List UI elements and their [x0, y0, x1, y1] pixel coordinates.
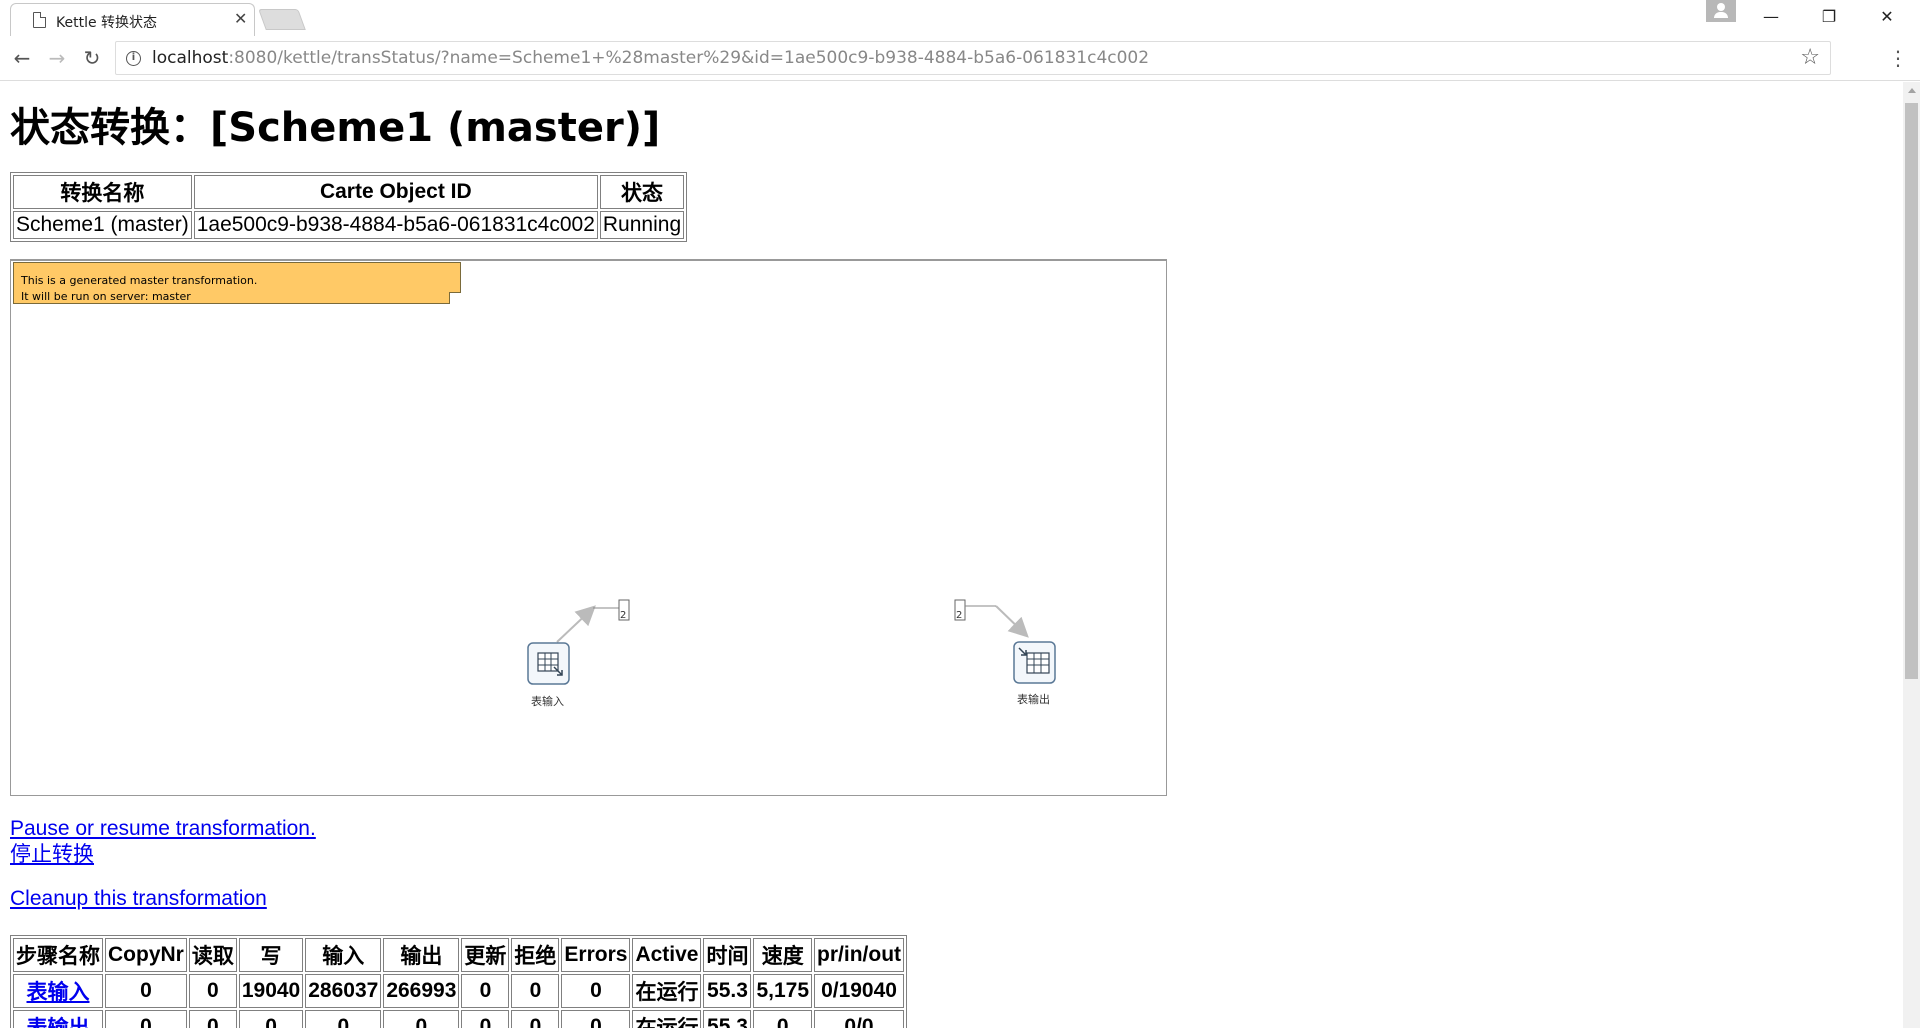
stop-transformation-link[interactable]: 停止转换 — [10, 842, 316, 868]
page-title: 状态转换：[Scheme1 (master)] — [10, 105, 661, 151]
table-output-step-icon — [1013, 641, 1056, 684]
table-cell: 19040 — [238, 974, 304, 1008]
page-scrollbar[interactable] — [1903, 82, 1920, 1028]
page-icon — [33, 12, 46, 28]
table-row: 表输出 0 0 0 0 0 0 0 0 在运行 55.3 0 0/0 — [13, 1010, 905, 1028]
table-header: 拒绝 — [511, 938, 560, 972]
transformation-status-table: 转换名称 Carte Object ID 状态 Scheme1 (master)… — [10, 172, 688, 242]
table-header: 读取 — [188, 938, 237, 972]
table-header: 状态 — [599, 175, 685, 209]
table-header: 输出 — [383, 938, 460, 972]
table-cell: 0 — [238, 1010, 304, 1028]
action-links: Pause or resume transformation. 停止转换 — [10, 816, 316, 868]
table-header-row: 转换名称 Carte Object ID 状态 — [13, 175, 685, 209]
table-header-row: 步骤名称 CopyNr 读取 写 输入 输出 更新 拒绝 Errors Acti… — [13, 938, 905, 972]
table-cell: 55.3 — [703, 1010, 752, 1028]
table-cell: 0 — [461, 1010, 510, 1028]
table-cell: 0/0 — [814, 1010, 905, 1028]
browser-tab[interactable]: Kettle 转换状态 ✕ — [10, 3, 255, 36]
table-cell: Scheme1 (master) — [13, 211, 192, 239]
browser-tab-strip: Kettle 转换状态 ✕ — ❐ ✕ — [0, 0, 1920, 36]
table-cell: 266993 — [383, 974, 460, 1008]
table-cell: 55.3 — [703, 974, 752, 1008]
table-cell: 0 — [561, 974, 631, 1008]
step-link[interactable]: 表输出 — [27, 1017, 90, 1028]
step-label[interactable]: 表输出 — [1017, 691, 1050, 707]
table-cell: 0 — [753, 1010, 813, 1028]
table-cell: 286037 — [305, 974, 382, 1008]
page-content: 状态转换：[Scheme1 (master)] 转换名称 Carte Objec… — [0, 82, 1903, 1028]
table-header: 时间 — [703, 938, 752, 972]
back-arrow-icon[interactable]: ← — [8, 44, 36, 72]
table-header: Active — [632, 938, 702, 972]
url-text[interactable]: localhost:8080/kettle/transStatus/?name=… — [152, 48, 1149, 68]
table-cell: 0 — [561, 1010, 631, 1028]
scrollbar-thumb[interactable] — [1905, 103, 1918, 679]
table-cell: 0 — [188, 974, 237, 1008]
browser-menu-icon[interactable]: ⋮ — [1888, 46, 1908, 70]
step-link[interactable]: 表输入 — [27, 981, 90, 1004]
table-header: CopyNr — [105, 938, 187, 972]
restore-button[interactable]: ❐ — [1800, 0, 1858, 33]
close-window-button[interactable]: ✕ — [1858, 0, 1916, 33]
pause-resume-link[interactable]: Pause or resume transformation. — [10, 816, 316, 842]
table-input-step-icon — [527, 642, 570, 685]
tab-title: Kettle 转换状态 — [56, 15, 158, 31]
hop-line — [995, 605, 1029, 638]
bookmark-star-icon[interactable]: ☆ — [1800, 45, 1820, 70]
table-header: 步骤名称 — [13, 938, 103, 972]
close-tab-icon[interactable]: ✕ — [234, 9, 247, 28]
table-cell: 0 — [188, 1010, 237, 1028]
copies-count: 2 — [620, 610, 626, 621]
hop-line — [556, 605, 596, 643]
table-cell[interactable]: 表输出 — [13, 1010, 103, 1028]
table-cell: 5,175 — [753, 974, 813, 1008]
table-header: pr/in/out — [814, 938, 905, 972]
new-tab-button[interactable] — [258, 9, 306, 30]
step-label[interactable]: 表输入 — [531, 693, 564, 709]
table-cell: 0 — [105, 1010, 187, 1028]
transformation-canvas: This is a generated master transformatio… — [10, 259, 1167, 796]
table-header: Carte Object ID — [193, 175, 598, 209]
forward-arrow-icon[interactable]: → — [43, 44, 71, 72]
table-row: Scheme1 (master) 1ae500c9-b938-4884-b5a6… — [13, 211, 685, 239]
table-header: Errors — [561, 938, 631, 972]
profile-icon[interactable] — [1706, 0, 1736, 22]
table-header: 转换名称 — [13, 175, 192, 209]
table-cell: 0 — [383, 1010, 460, 1028]
table-cell: 0 — [511, 974, 560, 1008]
reload-icon[interactable]: ↻ — [78, 44, 106, 72]
table-cell: 0/19040 — [814, 974, 905, 1008]
table-cell: Running — [599, 211, 685, 239]
copies-count: 2 — [956, 610, 962, 621]
address-bar[interactable]: i localhost:8080/kettle/transStatus/?nam… — [115, 41, 1831, 75]
table-cell: 在运行 — [632, 974, 702, 1008]
table-cell[interactable]: 表输入 — [13, 974, 103, 1008]
cleanup-link[interactable]: Cleanup this transformation — [10, 887, 267, 911]
table-header: 速度 — [753, 938, 813, 972]
table-cell: 1ae500c9-b938-4884-b5a6-061831c4c002 — [193, 211, 598, 239]
table-cell: 在运行 — [632, 1010, 702, 1028]
table-cell: 0 — [461, 974, 510, 1008]
scroll-up-arrow-icon[interactable] — [1908, 88, 1916, 93]
table-header: 输入 — [305, 938, 382, 972]
table-header: 更新 — [461, 938, 510, 972]
table-cell: 0 — [105, 974, 187, 1008]
info-icon[interactable]: i — [126, 51, 141, 66]
canvas-graph: 2 2 — [527, 599, 1056, 685]
table-cell: 0 — [305, 1010, 382, 1028]
browser-toolbar: ← → ↻ i localhost:8080/kettle/transStatu… — [0, 36, 1920, 81]
table-cell: 0 — [511, 1010, 560, 1028]
minimize-button[interactable]: — — [1742, 0, 1800, 33]
table-row: 表输入 0 0 19040 286037 266993 0 0 0 在运行 55… — [13, 974, 905, 1008]
step-metrics-table: 步骤名称 CopyNr 读取 写 输入 输出 更新 拒绝 Errors Acti… — [10, 935, 908, 1028]
table-header: 写 — [238, 938, 304, 972]
